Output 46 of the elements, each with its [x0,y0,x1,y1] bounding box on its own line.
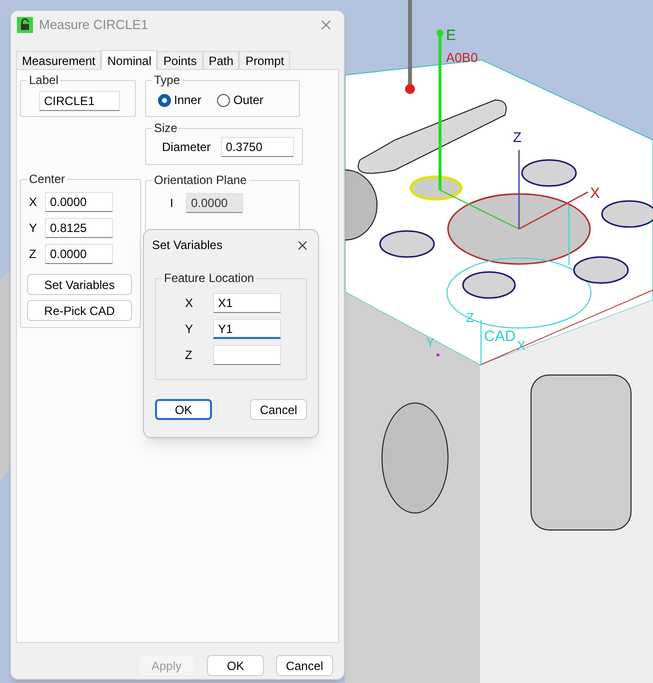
group-title: Size [153,120,178,137]
field-label: X [29,194,38,211]
dialog-button[interactable]: OK [155,399,212,420]
app-icon [17,17,33,33]
dialog-button[interactable]: Set Variables [27,274,132,295]
field-label: Y [185,321,193,338]
text-field[interactable]: X1 [213,293,281,313]
field-label: Z [29,246,38,263]
group-title: Feature Location [163,270,256,287]
axis-label: Y [426,335,435,350]
text-field[interactable]: 0.0000 [45,244,113,264]
text-field[interactable]: 0.8125 [45,218,113,238]
field-label: I [170,195,174,212]
axis-label: Z [513,129,522,145]
tab[interactable]: Nominal [101,50,158,70]
axis-label: E [446,27,456,44]
dialog-button[interactable]: Re-Pick CAD [27,300,132,321]
text-field[interactable]: 0.0000 [45,192,113,212]
radio-label: Outer [233,92,264,109]
field-label: X [185,295,193,312]
field-label: Y [29,220,38,237]
group-title: Label [28,72,60,89]
radio-button[interactable] [158,94,171,106]
group-title: Center [28,171,66,188]
window-title: Measure CIRCLE1 [39,16,150,34]
group-title: Orientation Plane [153,172,248,189]
text-field[interactable]: CIRCLE1 [39,91,120,111]
text-field[interactable]: 0.3750 [220,137,294,157]
group-title: Type [153,72,182,89]
text-field[interactable] [213,345,281,365]
tab[interactable]: Points [157,51,203,69]
tab[interactable]: Measurement [16,51,102,69]
axis-label: A0B0 [446,50,478,65]
dialog-button[interactable]: Cancel [250,399,307,420]
axis-label: CAD [484,328,516,345]
field-label: Z [185,347,193,364]
tab[interactable]: Prompt [239,51,290,69]
dialog-button[interactable]: OK [207,655,264,676]
radio-label: Inner [174,92,202,109]
window-title: Set Variables [152,237,224,254]
text-field[interactable]: Y1 [213,319,281,339]
axis-label: X [590,185,600,202]
field-label: Diameter [162,139,211,156]
tab[interactable]: Path [202,51,240,69]
radio-button[interactable] [217,94,230,106]
dialog-button[interactable]: Cancel [276,655,333,676]
